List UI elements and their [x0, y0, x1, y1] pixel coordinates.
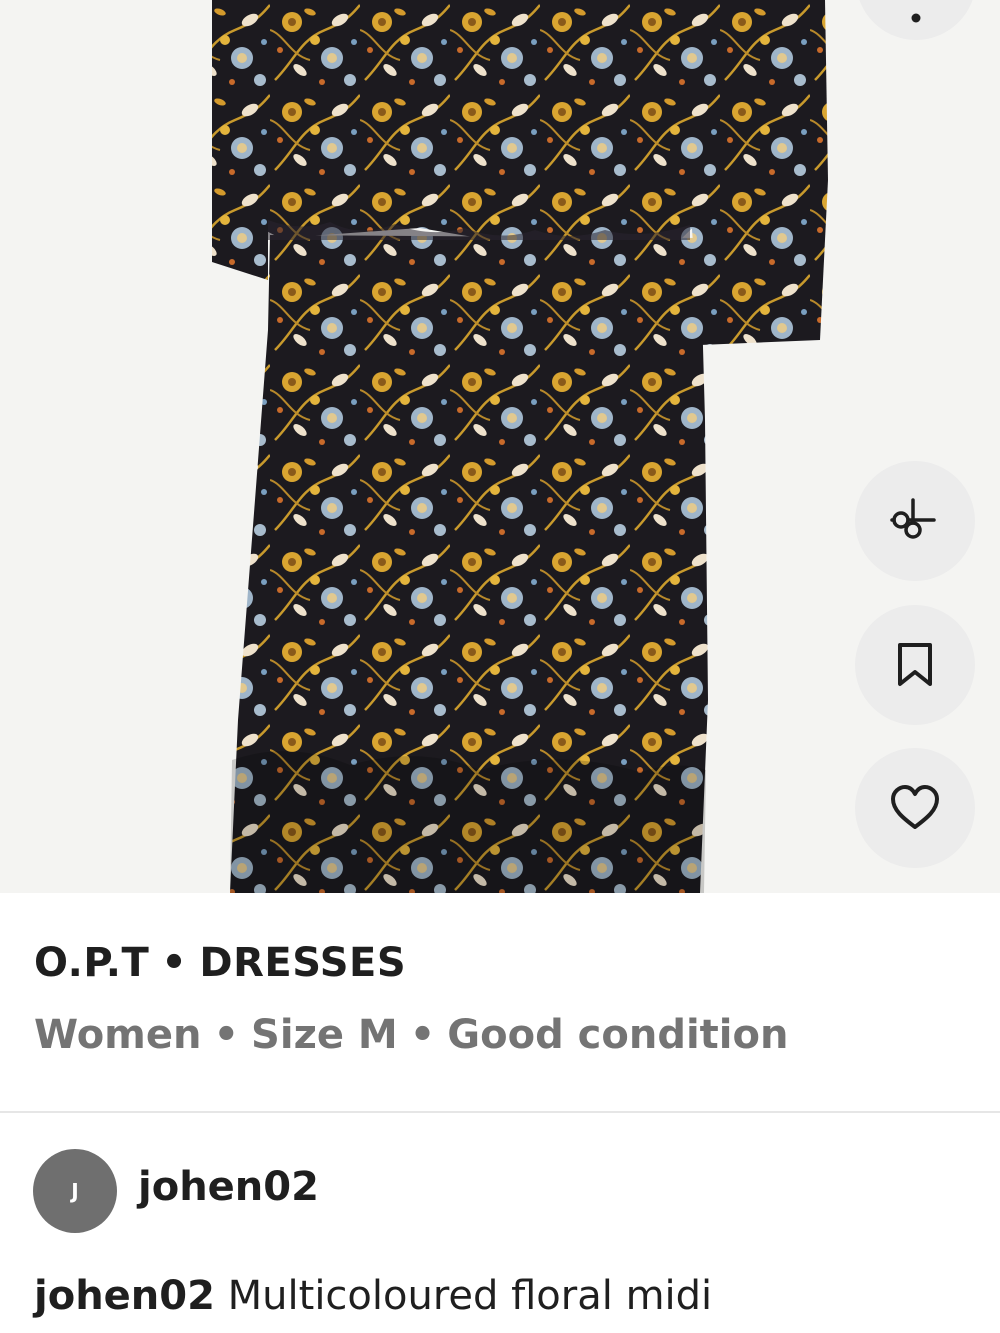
share-button[interactable] — [855, 461, 975, 581]
brand-category-line: O.P.T • DRESSES — [34, 940, 406, 986]
more-icon — [911, 13, 921, 23]
description-username[interactable]: johen02 — [34, 1273, 215, 1319]
heart-icon — [891, 785, 939, 829]
brand-name[interactable]: O.P.T — [34, 940, 149, 986]
avatar[interactable]: J — [33, 1149, 117, 1233]
product-photo[interactable] — [0, 0, 1000, 893]
save-button[interactable] — [855, 605, 975, 725]
seller-username[interactable]: johen02 — [138, 1164, 319, 1210]
separator: • — [213, 1012, 240, 1058]
size: Size M — [251, 1012, 398, 1058]
dress-image — [212, 0, 828, 893]
bookmark-icon — [898, 643, 932, 686]
share-icon — [890, 498, 936, 539]
section-divider — [0, 1111, 1000, 1113]
item-attributes: Women • Size M • Good condition — [34, 1012, 788, 1058]
department: Women — [34, 1012, 202, 1058]
condition: Good condition — [447, 1012, 789, 1058]
separator: • — [161, 940, 188, 986]
category-name[interactable]: DRESSES — [199, 940, 406, 986]
like-button[interactable] — [855, 748, 975, 868]
separator: • — [409, 1012, 436, 1058]
item-description: johen02 Multicoloured floral midi — [34, 1273, 712, 1319]
description-text: Multicoloured floral midi — [227, 1273, 713, 1319]
